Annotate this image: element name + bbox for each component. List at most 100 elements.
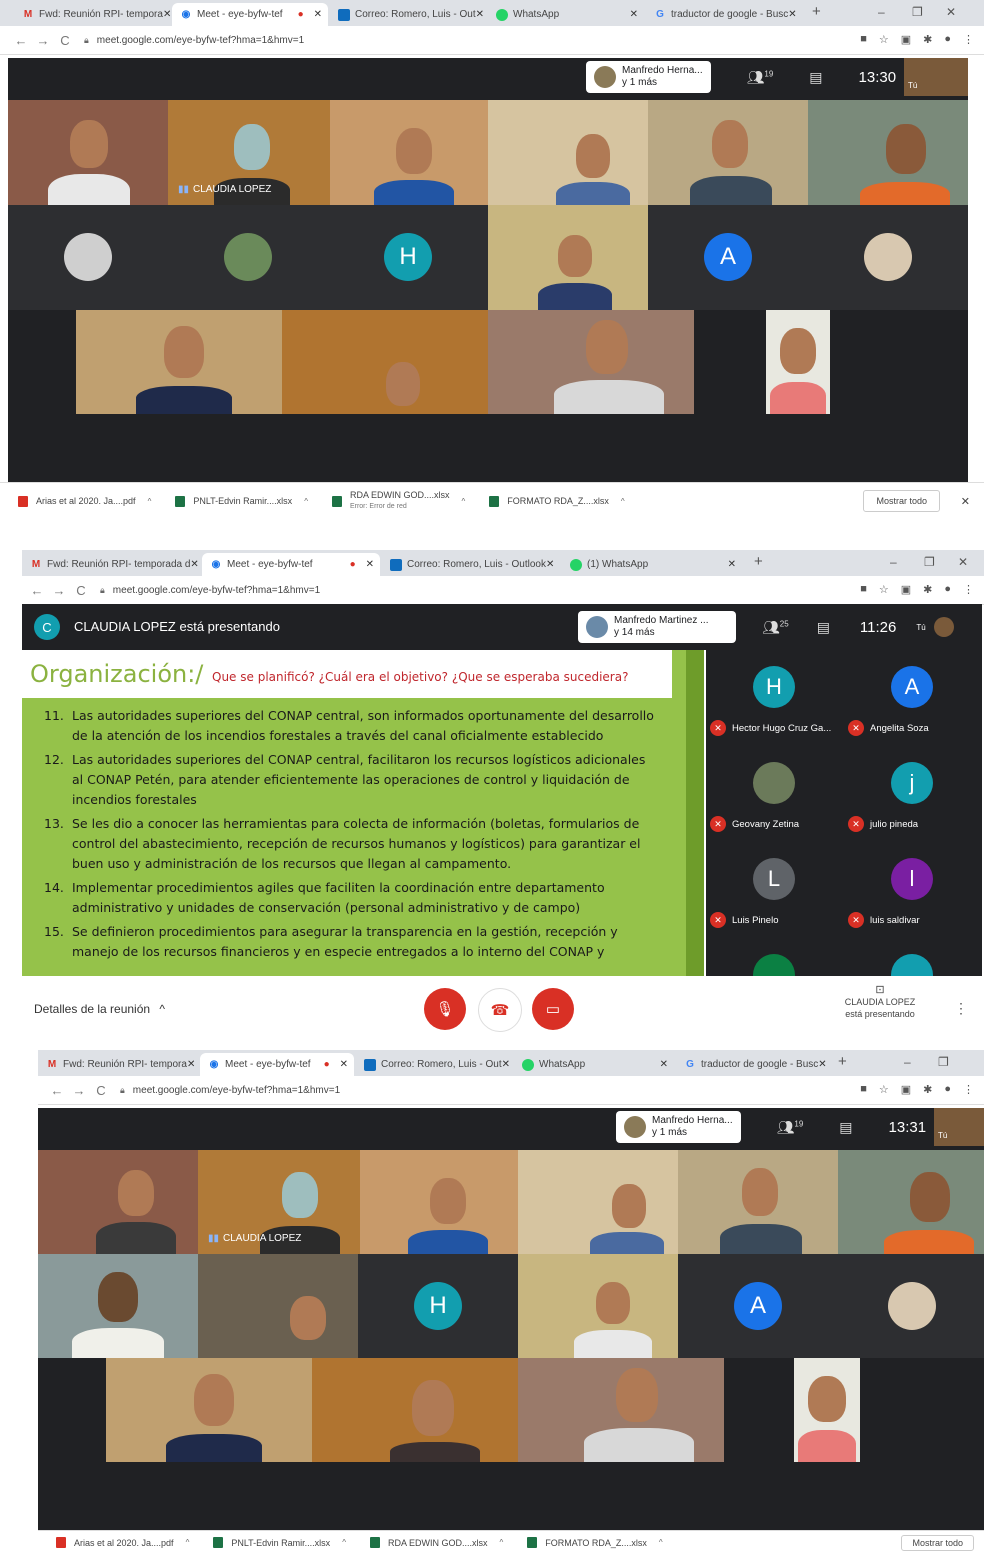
people-icon[interactable]: 👥︎19 — [747, 69, 774, 86]
puzzle-icon[interactable]: ✱ — [923, 33, 932, 46]
profile-icon[interactable]: ● — [944, 583, 951, 596]
new-tab-icon[interactable]: + — [838, 1053, 847, 1070]
camera-icon[interactable]: ■ — [860, 1083, 867, 1096]
tab-gmail[interactable]: M Fwd: Reunión RPI- tempora ✕ — [38, 1053, 198, 1076]
tab-meet[interactable]: ◉ Meet - eye-byfw-tef ● ✕ — [172, 3, 328, 26]
tab-google[interactable]: Gtraductor de google - Busc ✕ — [676, 1053, 830, 1076]
chevron-up-icon[interactable]: ^ — [342, 1538, 346, 1547]
chevron-up-icon[interactable]: ^ — [499, 1538, 503, 1547]
show-all-button[interactable]: Mostrar todo — [863, 490, 940, 512]
close-tab-icon[interactable]: ✕ — [630, 9, 638, 20]
people-icon[interactable]: 👥︎25 — [762, 619, 789, 636]
restore-icon[interactable]: ❐ — [938, 1055, 949, 1069]
star-icon[interactable]: ☆ — [879, 33, 889, 46]
puzzle-icon[interactable]: ✱ — [923, 583, 932, 596]
profile-icon[interactable]: ● — [944, 1083, 951, 1096]
close-tab-icon[interactable]: ✕ — [314, 9, 322, 20]
camera-toggle-button[interactable]: ▭ — [532, 988, 574, 1030]
close-tab-icon[interactable]: ✕ — [660, 1059, 668, 1070]
tab-meet[interactable]: ◉ Meet - eye-byfw-tef ● ✕ — [202, 553, 380, 576]
url-field[interactable]: meet.google.com/eye-byfw-tef?hma=1&hmv=1 — [97, 35, 304, 46]
tab-outlook[interactable]: Correo: Romero, Luis - Out ✕ — [356, 1053, 512, 1076]
download-item[interactable]: FORMATO RDA_Z....xlsx ^ — [527, 1537, 663, 1548]
back-icon[interactable]: ← — [10, 33, 32, 48]
meeting-details-button[interactable]: Detalles de la reunión ^ — [34, 1002, 165, 1016]
close-tab-icon[interactable]: ✕ — [187, 1059, 195, 1070]
reload-icon[interactable]: C — [70, 583, 92, 598]
chevron-up-icon[interactable]: ^ — [621, 497, 625, 506]
restore-icon[interactable]: ❐ — [912, 5, 923, 19]
forward-icon[interactable]: → — [68, 1083, 90, 1098]
presenting-status[interactable]: ⊡ CLAUDIA LOPEZ está presentando — [828, 984, 932, 1020]
puzzle-icon[interactable]: ✱ — [923, 1083, 932, 1096]
show-all-button[interactable]: Mostrar todo — [901, 1534, 974, 1551]
tab-outlook[interactable]: Correo: Romero, Luis - Out ✕ — [330, 3, 488, 26]
profile-icon[interactable]: ● — [944, 33, 951, 46]
reload-icon[interactable]: C — [54, 33, 76, 48]
extension-icon[interactable]: ▣ — [901, 1083, 911, 1096]
tab-gmail[interactable]: M Fwd: Reunión RPI- temporada d ✕ — [22, 553, 200, 576]
leave-call-button[interactable]: ☎︎ — [478, 988, 522, 1032]
close-tab-icon[interactable]: ✕ — [476, 9, 484, 20]
download-item[interactable]: RDA EDWIN GOD....xlsx Error: Error de red… — [331, 490, 465, 512]
download-item[interactable]: Arias et al 2020. Ja....pdf ^ — [56, 1537, 189, 1548]
tab-outlook[interactable]: Correo: Romero, Luis - Outlook ✕ — [382, 553, 560, 576]
forward-icon[interactable]: → — [48, 583, 70, 598]
close-icon[interactable]: ✕ — [961, 495, 970, 508]
tab-whatsapp[interactable]: WhatsApp ✕ — [514, 1053, 674, 1076]
presenter-chip[interactable]: Manfredo Martinez ... y 14 más — [578, 611, 736, 643]
download-item[interactable]: PNLT-Edvin Ramir....xlsx ^ — [213, 1537, 346, 1548]
close-tab-icon[interactable]: ✕ — [502, 1059, 510, 1070]
url-field[interactable]: meet.google.com/eye-byfw-tef?hma=1&hmv=1 — [133, 1085, 340, 1096]
camera-icon[interactable]: ■ — [860, 583, 867, 596]
extension-icon[interactable]: ▣ — [901, 583, 911, 596]
minimize-icon[interactable]: – — [904, 1055, 911, 1069]
menu-icon[interactable]: ⋮ — [963, 33, 974, 46]
close-tab-icon[interactable]: ✕ — [366, 559, 374, 570]
url-field[interactable]: meet.google.com/eye-byfw-tef?hma=1&hmv=1 — [113, 585, 320, 596]
close-tab-icon[interactable]: ✕ — [728, 559, 736, 570]
back-icon[interactable]: ← — [46, 1083, 68, 1098]
download-item[interactable]: Arias et al 2020. Ja....pdf ^ — [18, 495, 152, 507]
close-tab-icon[interactable]: ✕ — [818, 1059, 826, 1070]
chevron-up-icon[interactable]: ^ — [659, 1538, 663, 1547]
chat-icon[interactable]: ▤ — [817, 619, 830, 636]
presenter-chip[interactable]: Manfredo Herna... y 1 más — [616, 1111, 741, 1143]
chat-icon[interactable]: ▤ — [839, 1119, 852, 1136]
new-tab-icon[interactable]: + — [812, 3, 821, 20]
download-item[interactable]: FORMATO RDA_Z....xlsx ^ — [489, 495, 625, 507]
close-tab-icon[interactable]: ✕ — [546, 559, 554, 570]
minimize-icon[interactable]: – — [890, 555, 897, 569]
close-tab-icon[interactable]: ✕ — [788, 9, 796, 20]
download-item[interactable]: PNLT-Edvin Ramir....xlsx ^ — [175, 495, 308, 507]
back-icon[interactable]: ← — [26, 583, 48, 598]
chevron-up-icon[interactable]: ^ — [461, 497, 465, 506]
camera-icon[interactable]: ■ — [860, 33, 867, 46]
tab-whatsapp[interactable]: (1) WhatsApp ✕ — [562, 553, 742, 576]
download-item[interactable]: RDA EDWIN GOD....xlsx ^ — [369, 1537, 503, 1548]
tab-meet[interactable]: ◉ Meet - eye-byfw-tef ● ✕ — [200, 1053, 354, 1076]
chevron-up-icon[interactable]: ^ — [148, 497, 152, 506]
close-tab-icon[interactable]: ✕ — [190, 559, 198, 570]
forward-icon[interactable]: → — [32, 33, 54, 48]
star-icon[interactable]: ☆ — [879, 1083, 889, 1096]
chevron-up-icon[interactable]: ^ — [304, 497, 308, 506]
more-options-icon[interactable]: ⋮ — [954, 1000, 968, 1017]
close-window-icon[interactable]: ✕ — [958, 555, 968, 569]
chat-icon[interactable]: ▤ — [809, 69, 822, 86]
tab-gmail[interactable]: M Fwd: Reunión RPI- tempora ✕ — [14, 3, 172, 26]
extension-icon[interactable]: ▣ — [901, 33, 911, 46]
close-window-icon[interactable]: ✕ — [946, 5, 956, 19]
minimize-icon[interactable]: – — [878, 5, 885, 19]
menu-icon[interactable]: ⋮ — [963, 1083, 974, 1096]
new-tab-icon[interactable]: + — [754, 553, 763, 570]
close-tab-icon[interactable]: ✕ — [340, 1059, 348, 1070]
tab-google[interactable]: Gtraductor de google - Busc ✕ — [646, 3, 802, 26]
people-icon[interactable]: 👥︎19 — [777, 1119, 804, 1136]
star-icon[interactable]: ☆ — [879, 583, 889, 596]
tab-whatsapp[interactable]: WhatsApp ✕ — [488, 3, 644, 26]
close-tab-icon[interactable]: ✕ — [163, 9, 171, 20]
restore-icon[interactable]: ❐ — [924, 555, 935, 569]
mic-toggle-button[interactable]: 🎙︎ — [424, 988, 466, 1030]
chevron-up-icon[interactable]: ^ — [186, 1538, 190, 1547]
